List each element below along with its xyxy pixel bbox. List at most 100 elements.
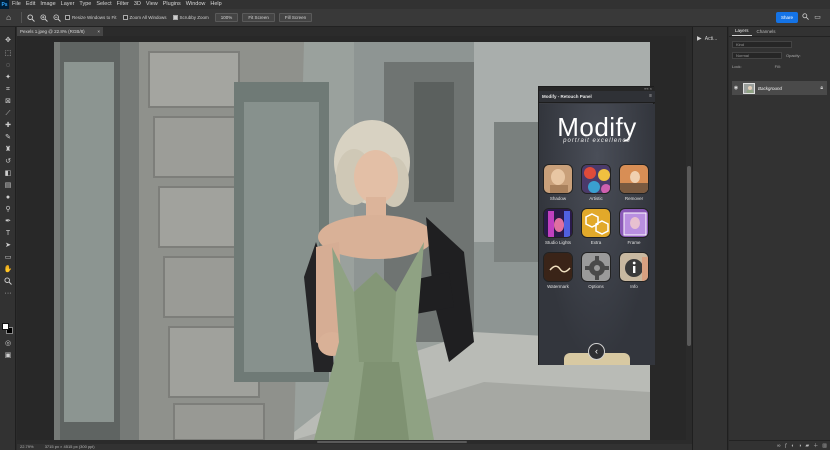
menu-edit[interactable]: Edit xyxy=(26,0,35,9)
pen-tool-icon[interactable]: ✒ xyxy=(3,217,13,227)
mask-icon[interactable]: ◐ xyxy=(791,443,794,449)
menu-type[interactable]: Type xyxy=(79,0,91,9)
close-icon[interactable]: × xyxy=(97,27,100,36)
move-tool-icon[interactable]: ✥ xyxy=(3,36,13,46)
menu-view[interactable]: View xyxy=(146,0,158,9)
zoom-all-windows-checkbox[interactable]: Zoom All Windows xyxy=(122,15,167,20)
frame-tool-icon[interactable]: ⊠ xyxy=(3,97,13,107)
healing-brush-tool-icon[interactable]: ✚ xyxy=(3,121,13,131)
home-icon[interactable]: ⌂ xyxy=(4,13,13,22)
menu-image[interactable]: Image xyxy=(40,0,55,9)
studio-lights-tool-button[interactable] xyxy=(543,208,573,238)
checkbox-label: Zoom All Windows xyxy=(129,15,167,20)
artistic-icon xyxy=(582,165,610,193)
path-selection-tool-icon[interactable]: ➤ xyxy=(3,241,13,251)
adjustment-icon[interactable]: ◑ xyxy=(798,443,801,449)
eye-icon[interactable]: ◉ xyxy=(732,85,740,91)
trash-icon[interactable]: ▥ xyxy=(822,443,827,449)
frame-tool-button[interactable] xyxy=(619,208,649,238)
panel-header: Modify - Retouch Panel ≡ xyxy=(539,91,655,103)
more-tools-icon[interactable]: ··· xyxy=(3,289,13,299)
lock-label: Lock: xyxy=(732,63,742,69)
remover-tool-button[interactable] xyxy=(619,164,649,194)
play-icon: ▶ xyxy=(697,36,702,42)
menu-window[interactable]: Window xyxy=(186,0,206,9)
zoom-100-button[interactable]: 100% xyxy=(214,13,239,22)
extra-label: Extra xyxy=(590,240,602,245)
foreground-color-swatch[interactable] xyxy=(2,323,9,330)
options-tool-button[interactable] xyxy=(581,252,611,282)
checkbox-box[interactable] xyxy=(65,15,70,20)
scrubby-zoom-checkbox[interactable]: Scrubby Zoom xyxy=(172,15,209,20)
modify-logo: Modify xyxy=(557,112,637,142)
document-tab-title: Pexels 1.jpeg @ 22.8% (RGB/8) xyxy=(20,29,85,34)
checkbox-label: Scrubby Zoom xyxy=(179,15,209,20)
resize-windows-checkbox[interactable]: Resize Windows to Fit xyxy=(65,15,117,20)
screen-mode-icon[interactable]: ▣ xyxy=(3,351,13,361)
back-chevron-icon[interactable]: ‹ xyxy=(588,343,605,360)
lasso-tool-icon[interactable]: ◌ xyxy=(3,61,13,71)
options-bar: ⌂ Resize Windows to Fit Zoom All Windows… xyxy=(0,9,830,27)
clone-stamp-tool-icon[interactable]: ♜ xyxy=(3,145,13,155)
search-icon[interactable] xyxy=(801,13,810,22)
blend-mode-select[interactable]: Normal xyxy=(732,51,782,59)
eraser-tool-icon[interactable]: ◧ xyxy=(3,169,13,179)
layers-panel: Layers Channels Kind Normal Opacity: Loc… xyxy=(729,27,830,450)
checkbox-box[interactable] xyxy=(122,15,128,20)
checkbox-box[interactable] xyxy=(172,15,178,20)
menu-select[interactable]: Select xyxy=(96,0,111,9)
menu-filter[interactable]: Filter xyxy=(117,0,129,9)
blend-mode-row: Normal Opacity: xyxy=(732,51,827,59)
tab-channels[interactable]: Channels xyxy=(754,29,779,36)
share-button[interactable]: Share xyxy=(776,12,798,23)
link-layers-icon[interactable]: ∞ xyxy=(777,443,781,449)
panel-menu-icon[interactable]: ≡ xyxy=(649,93,652,99)
zoom-out-icon[interactable] xyxy=(52,13,61,22)
zoom-tool-sidebar-icon[interactable] xyxy=(3,277,13,287)
info-label: Info xyxy=(630,284,638,289)
info-tool-button[interactable] xyxy=(619,252,649,282)
history-brush-tool-icon[interactable]: ↺ xyxy=(3,157,13,167)
marquee-tool-icon[interactable]: ⬚ xyxy=(3,49,13,59)
watermark-tool-button[interactable] xyxy=(543,252,573,282)
new-layer-icon[interactable]: ＋ xyxy=(813,442,818,449)
menu-file[interactable]: File xyxy=(12,0,21,9)
eyedropper-tool-icon[interactable]: ⟋ xyxy=(3,109,13,119)
menu-3d[interactable]: 3D xyxy=(134,0,141,9)
folder-icon[interactable]: ▰ xyxy=(805,443,809,449)
dodge-tool-icon[interactable]: ⚲ xyxy=(3,205,13,215)
gradient-tool-icon[interactable]: ▤ xyxy=(3,181,13,191)
separator xyxy=(21,12,22,23)
vertical-scroll-thumb[interactable] xyxy=(687,166,691,346)
tab-layers[interactable]: Layers xyxy=(732,28,752,36)
layer-row-background[interactable]: ◉ Background 🔒︎ xyxy=(732,81,827,95)
shadow-tool-button[interactable] xyxy=(543,164,573,194)
extra-tool-button[interactable] xyxy=(581,208,611,238)
crop-tool-icon[interactable]: ⌗ xyxy=(3,85,13,95)
artistic-tool-button[interactable] xyxy=(581,164,611,194)
menu-layer[interactable]: Layer xyxy=(61,0,75,9)
menu-plugins[interactable]: Plugins xyxy=(163,0,181,9)
fit-screen-button[interactable]: Fit Screen xyxy=(242,13,275,22)
fx-icon[interactable]: ƒ xyxy=(785,443,788,449)
modify-retouch-panel: «« × Modify - Retouch Panel ≡ Modify por… xyxy=(538,86,655,365)
blur-tool-icon[interactable]: ● xyxy=(3,193,13,203)
document-tab[interactable]: Pexels 1.jpeg @ 22.8% (RGB/8) × xyxy=(17,27,103,36)
menu-help[interactable]: Help xyxy=(210,0,221,9)
quick-mask-icon[interactable]: ◎ xyxy=(3,339,13,349)
brush-tool-icon[interactable]: ✎ xyxy=(3,133,13,143)
panel-title: Modify - Retouch Panel xyxy=(542,94,592,99)
rectangle-tool-icon[interactable]: ▭ xyxy=(3,253,13,263)
document-tab-strip xyxy=(17,27,686,36)
zoom-tool-icon[interactable] xyxy=(26,13,35,22)
zoom-level[interactable]: 22.79% xyxy=(20,444,34,449)
magic-wand-tool-icon[interactable]: ✦ xyxy=(3,73,13,83)
fill-screen-button[interactable]: Fill Screen xyxy=(278,13,313,22)
layer-kind-filter[interactable]: Kind xyxy=(732,40,792,48)
workspace-icon[interactable]: ▭ xyxy=(813,13,822,22)
actions-panel-button[interactable]: ▶ Acti... xyxy=(697,35,717,42)
zoom-in-icon[interactable] xyxy=(39,13,48,22)
hand-tool-icon[interactable]: ✋ xyxy=(3,265,13,275)
horizontal-scroll-thumb[interactable] xyxy=(317,441,467,443)
type-tool-icon[interactable]: T xyxy=(3,229,13,239)
